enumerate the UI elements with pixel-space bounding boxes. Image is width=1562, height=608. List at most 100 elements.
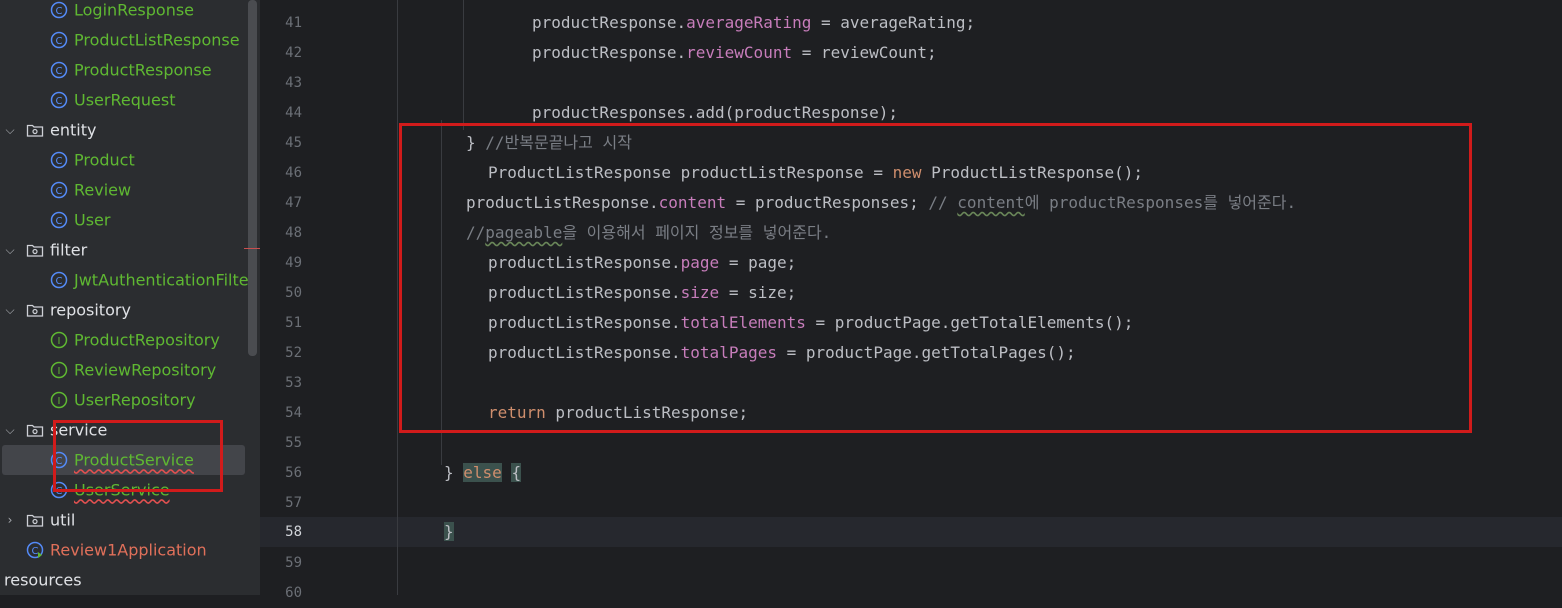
line-number-gutter: 41 42 43 44 45 46 47 48 49 50 51 52 53 5… — [260, 0, 381, 601]
chevron-down-icon[interactable]: ⌵ — [3, 243, 17, 257]
code-editor[interactable]: productResponse.averageRating = averageR… — [353, 0, 1562, 595]
chevron-down-icon[interactable]: ⌵ — [3, 423, 17, 437]
tree-item-label: filter — [50, 240, 88, 260]
line-number: 47 — [285, 195, 302, 211]
tree-item-label: UserRepository — [74, 390, 196, 410]
package-folder-icon — [26, 124, 44, 137]
tree-item-reviewrepository[interactable]: I ReviewRepository — [0, 355, 248, 385]
svg-text:C: C — [56, 36, 63, 47]
code-line-42: productResponse.reviewCount = reviewCoun… — [532, 38, 937, 68]
line-number: 46 — [285, 165, 302, 181]
line-number: 49 — [285, 255, 302, 271]
interface-icon: I — [50, 331, 68, 349]
splitter-marker — [244, 248, 260, 249]
tree-item-label: Product — [74, 150, 135, 170]
interface-icon: I — [50, 361, 68, 379]
code-field: averageRating — [686, 13, 812, 32]
tree-item-review[interactable]: C Review — [0, 175, 248, 205]
code-line-58: } — [444, 517, 454, 547]
tree-item-entity[interactable]: ⌵ entity — [0, 115, 248, 145]
tree-item-filter[interactable]: ⌵ filter — [0, 235, 248, 265]
tree-item-loginresponse[interactable]: C LoginResponse — [0, 0, 248, 25]
code-line-41: productResponse.averageRating = averageR… — [532, 8, 975, 38]
line-number: 44 — [285, 105, 302, 121]
svg-text:C: C — [56, 216, 63, 227]
tree-item-product[interactable]: C Product — [0, 145, 248, 175]
tree-item-review1application[interactable]: C Review1Application — [0, 535, 248, 565]
tree-item-userrepository[interactable]: I UserRepository — [0, 385, 248, 415]
code-token: = reviewCount; — [792, 43, 937, 62]
svg-text:I: I — [58, 336, 61, 347]
package-folder-icon — [26, 514, 44, 527]
class-icon: C — [50, 151, 68, 169]
current-line-highlight — [353, 517, 1562, 547]
tree-item-productrepository[interactable]: I ProductRepository — [0, 325, 248, 355]
tree-item-repository[interactable]: ⌵ repository — [0, 295, 248, 325]
code-token: productResponse. — [532, 13, 687, 32]
tree-item-label: ProductListResponse — [74, 30, 240, 50]
tree-item-resources[interactable]: resources — [0, 565, 248, 595]
code-token: } — [444, 522, 454, 541]
svg-text:C: C — [32, 546, 39, 557]
chevron-down-icon[interactable]: ⌵ — [3, 123, 17, 137]
tree-item-label: entity — [50, 120, 97, 140]
sidebar-scrollbar[interactable] — [248, 0, 257, 356]
svg-text:I: I — [58, 396, 61, 407]
chevron-down-icon[interactable]: ⌵ — [3, 303, 17, 317]
line-number: 50 — [285, 285, 302, 301]
line-number: 54 — [285, 405, 302, 421]
line-number: 43 — [285, 75, 302, 91]
chevron-right-icon[interactable]: › — [3, 513, 17, 527]
package-folder-icon — [26, 304, 44, 317]
tree-item-label: User — [74, 210, 111, 230]
line-number: 60 — [285, 585, 302, 601]
line-number: 59 — [285, 555, 302, 571]
class-icon: C — [50, 91, 68, 109]
tree-item-label: Review1Application — [50, 540, 207, 560]
svg-text:I: I — [58, 366, 61, 377]
highlight-box-sidebar — [53, 420, 223, 492]
tree-item-productresponse[interactable]: C ProductResponse — [0, 55, 248, 85]
package-folder-icon — [26, 244, 44, 257]
tree-item-label: JwtAuthenticationFilter — [74, 270, 256, 290]
line-number: 55 — [285, 435, 302, 451]
indent-guide — [463, 0, 464, 130]
tree-item-userrequest[interactable]: C UserRequest — [0, 85, 248, 115]
code-token: = averageRating; — [811, 13, 976, 32]
code-token: } — [444, 463, 454, 482]
project-tree-panel: C LoginResponse C ProductListResponse C … — [0, 0, 260, 595]
line-number: 53 — [285, 375, 302, 391]
package-folder-icon — [26, 424, 44, 437]
class-icon: C — [50, 211, 68, 229]
code-line-56: } else { — [444, 458, 522, 488]
indent-guide — [397, 0, 398, 595]
interface-icon: I — [50, 391, 68, 409]
tree-item-util[interactable]: › util — [0, 505, 248, 535]
line-number-current: 58 — [285, 524, 302, 540]
tree-item-user[interactable]: C User — [0, 205, 248, 235]
highlight-box-code — [399, 123, 1472, 433]
svg-text:C: C — [56, 186, 63, 197]
line-number: 45 — [285, 135, 302, 151]
tree-item-label: ReviewRepository — [74, 360, 217, 380]
code-field: reviewCount — [686, 43, 793, 62]
line-number: 48 — [285, 225, 302, 241]
tree-item-label: UserRequest — [74, 90, 176, 110]
code-token: productResponses.add(productResponse); — [532, 103, 899, 122]
tree-item-label: LoginResponse — [74, 0, 195, 20]
line-number: 51 — [285, 315, 302, 331]
tree-item-label: ProductRepository — [74, 330, 220, 350]
class-icon: C — [50, 1, 68, 19]
tree-item-jwtauthenticationfilter[interactable]: C JwtAuthenticationFilter — [0, 265, 255, 295]
tree-item-label: Review — [74, 180, 132, 200]
line-number: 42 — [285, 45, 302, 61]
code-token: { — [511, 463, 522, 482]
tree-item-productlistresponse[interactable]: C ProductListResponse — [0, 25, 248, 55]
line-number: 56 — [285, 465, 302, 481]
svg-text:C: C — [56, 96, 63, 107]
class-icon: C — [50, 31, 68, 49]
svg-text:C: C — [56, 156, 63, 167]
svg-text:C: C — [56, 6, 63, 17]
code-token: productResponse. — [532, 43, 687, 62]
spring-app-icon: C — [26, 541, 44, 559]
